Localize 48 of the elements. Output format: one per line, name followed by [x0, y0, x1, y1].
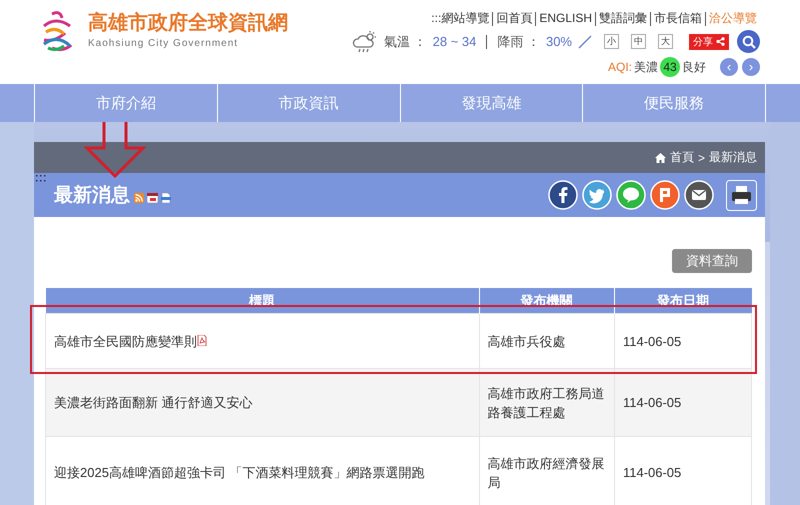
pdf-icon[interactable] — [197, 334, 207, 346]
share-icon — [716, 37, 725, 46]
dots-icon — [36, 175, 46, 183]
home-icon — [654, 152, 666, 162]
temperature-label: 氣溫 ： — [384, 32, 427, 50]
news-title-link[interactable]: 高雄市全民國防應變準則 — [54, 334, 197, 348]
breadcrumb-link[interactable]: 首頁 — [670, 149, 694, 166]
rain-gauge-icon — [578, 34, 592, 48]
search-icon — [742, 34, 756, 48]
top-link[interactable]: 洽公導覽 — [705, 12, 760, 26]
query-button[interactable]: 資料查詢 — [672, 249, 752, 273]
agency-cell: 高雄市政府工務局道路養護工程處 — [479, 368, 614, 436]
facebook-icon[interactable] — [548, 180, 578, 210]
aqi-label: AQI: — [608, 60, 632, 74]
top-link[interactable]: 市長信箱 — [650, 12, 705, 26]
aqi-value: 43 — [660, 57, 680, 77]
news-title-link[interactable]: 迎接2025高雄啤酒節超強卡司 「下酒菜料理競賽」網路票選開跑 — [54, 465, 425, 480]
rss-icon[interactable] — [134, 193, 144, 203]
search-button[interactable] — [737, 30, 760, 53]
share-button[interactable]: 分享 — [689, 34, 729, 50]
plurk-icon[interactable] — [650, 180, 680, 210]
previous-button[interactable]: ‹ — [720, 58, 738, 76]
next-button[interactable]: › — [742, 58, 760, 76]
rain-label: 降雨 ： — [497, 32, 540, 50]
font-size-button[interactable]: 大 — [658, 34, 673, 49]
aqi-status: 良好 — [682, 58, 706, 76]
print-button[interactable] — [726, 180, 757, 210]
calendar-icon[interactable] — [147, 193, 158, 203]
weather-icon — [352, 30, 378, 52]
rain-value: 30% — [546, 34, 572, 49]
top-link[interactable]: ENGLISH — [535, 12, 595, 26]
mail-icon[interactable] — [684, 180, 714, 210]
top-link[interactable]: :::網站導覽 — [428, 12, 492, 26]
breadcrumb-link[interactable]: 最新消息 — [709, 149, 757, 166]
aqi-station: 美濃 — [634, 58, 658, 76]
breadcrumb-separator: > — [698, 150, 705, 164]
date-cell: 114-06-05 — [614, 368, 752, 436]
site-title[interactable]: 高雄市政府全球資訊網 — [88, 12, 288, 34]
font-size-button[interactable]: 小 — [604, 34, 619, 49]
news-title-link[interactable]: 美濃老街路面翻新 通行舒適又安心 — [54, 395, 253, 410]
top-link[interactable]: 回首頁 — [492, 12, 536, 26]
site-subtitle: Kaohsiung City Government — [88, 38, 240, 49]
page-title: 最新消息 — [54, 184, 130, 208]
xml-file-icon[interactable] — [161, 193, 171, 203]
annotation-arrow — [84, 122, 146, 178]
top-link[interactable]: 雙語詞彙 — [595, 12, 650, 26]
font-size-button[interactable]: 中 — [631, 34, 646, 49]
temperature-value: 28 ~ 34 — [432, 34, 476, 49]
